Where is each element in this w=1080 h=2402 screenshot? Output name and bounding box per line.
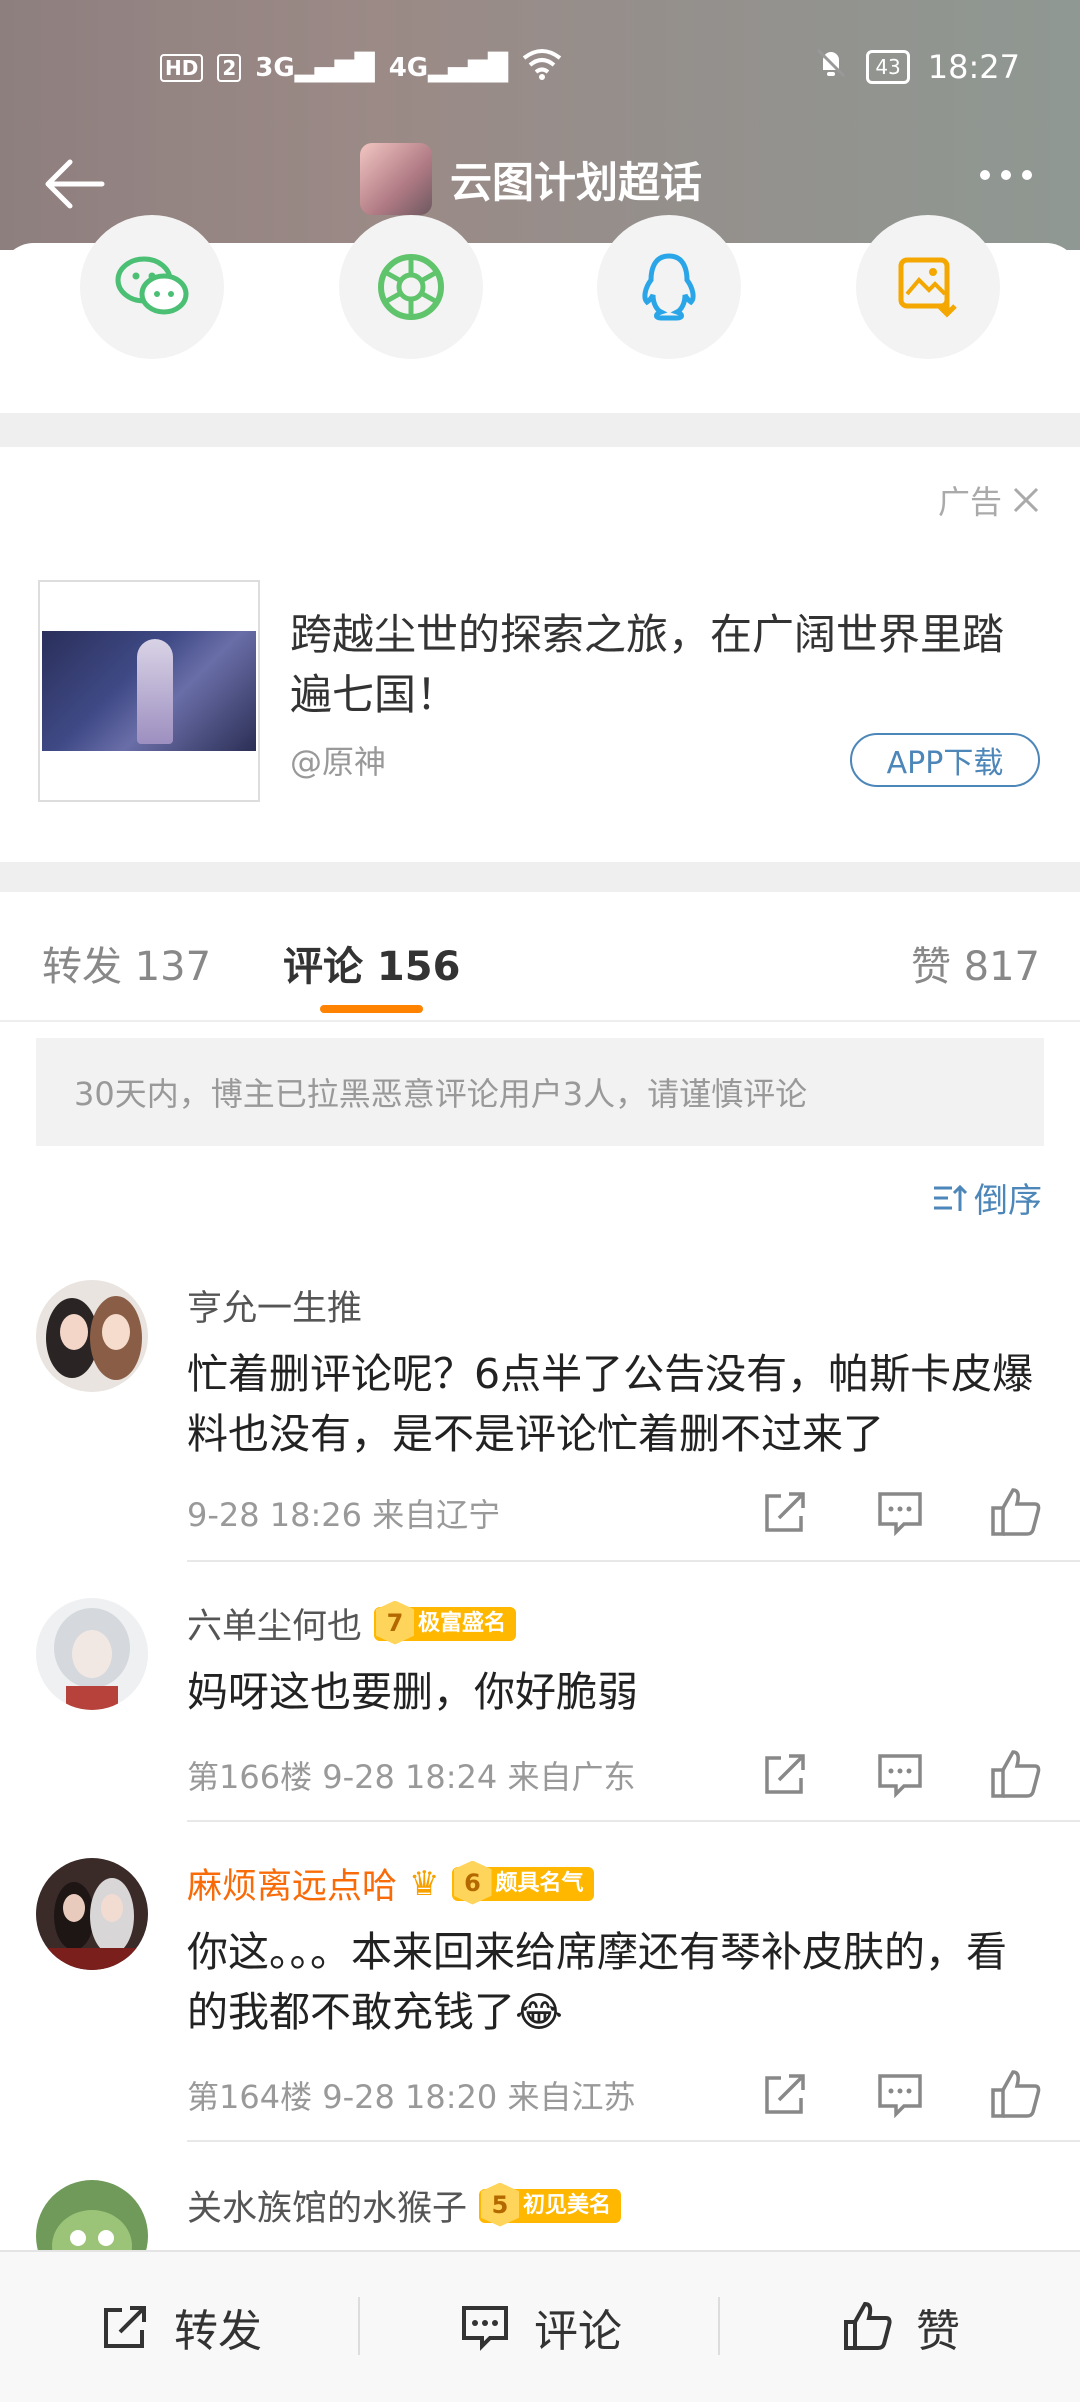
share-icon[interactable] xyxy=(755,1482,815,1542)
thumbs-up-icon xyxy=(844,2301,892,2350)
share-icon[interactable] xyxy=(755,1744,815,1804)
status-right: 43 18:27 xyxy=(814,46,1020,88)
fan-level-badge[interactable]: 6 颇具名气 xyxy=(451,1860,594,1905)
repost-icon xyxy=(104,2306,146,2348)
ad-thumbnail[interactable] xyxy=(38,580,260,802)
comment-divider xyxy=(187,2140,1080,2142)
comment-text: 忙着删评论呢？6点半了公告没有，帕斯卡皮爆料也没有，是不是评论忙着删不过来了 xyxy=(187,1350,1034,1458)
more-options-icon[interactable] xyxy=(980,155,1050,195)
tab-repost[interactable]: 转发 137 xyxy=(42,934,211,992)
commenter-name[interactable]: 亨允一生推 xyxy=(187,1280,362,1331)
comment-divider xyxy=(187,1820,1080,1822)
page-title: 云图计划超话 xyxy=(450,157,703,207)
share-icon[interactable] xyxy=(755,2064,815,2124)
hd-indicator: HD xyxy=(160,53,204,82)
fan-level-badge[interactable]: 7 极富盛名 xyxy=(374,1600,517,1645)
comment-divider xyxy=(187,1560,1080,1562)
sim-indicator: 2 xyxy=(217,53,242,82)
section-divider xyxy=(0,862,1080,892)
like-label: 赞 xyxy=(916,2306,960,2357)
avatar[interactable] xyxy=(36,1280,148,1392)
comment-icon xyxy=(462,2306,508,2351)
ad-title[interactable]: 跨越尘世的探索之旅，在广阔世界里踏遍七国！ xyxy=(290,605,1030,725)
comment-button[interactable]: 评论 xyxy=(360,2252,720,2402)
save-image-icon[interactable] xyxy=(855,215,1000,359)
comment-meta: 第166楼 9-28 18:24 来自广东 xyxy=(187,1758,636,1796)
wechat-icon[interactable] xyxy=(80,215,224,359)
active-tab-indicator xyxy=(320,1005,423,1013)
ad-source: @原神 xyxy=(290,743,387,781)
thumbs-up-icon[interactable] xyxy=(985,1482,1045,1542)
share-row xyxy=(80,215,1000,373)
status-bar: HD 2 3G▂▄▆█ 4G▂▄▆█ 43 18:27 xyxy=(0,0,1080,135)
avatar[interactable] xyxy=(36,1598,148,1710)
sort-icon xyxy=(934,1184,968,1211)
sort-toggle[interactable]: 倒序 xyxy=(932,1173,1042,1222)
comment-actions xyxy=(755,1482,1045,1542)
like-button[interactable]: 赞 xyxy=(720,2252,1080,2402)
block-notice: 30天内，博主已拉黑恶意评论用户3人，请谨慎评论 xyxy=(36,1038,1044,1146)
commenter-name[interactable]: 麻烦离远点哈 ♛ 6 颇具名气 xyxy=(187,1858,594,1909)
back-arrow-icon[interactable] xyxy=(40,149,110,219)
status-left: HD 2 3G▂▄▆█ 4G▂▄▆█ xyxy=(160,48,562,87)
thumbs-up-icon[interactable] xyxy=(985,1744,1045,1804)
commenter-name[interactable]: 关水族馆的水猴子 5 初见美名 xyxy=(187,2180,622,2231)
header-background: HD 2 3G▂▄▆█ 4G▂▄▆█ 43 18:27 云图计划超话 xyxy=(0,0,1080,250)
moments-icon[interactable] xyxy=(338,215,483,359)
comment-actions xyxy=(755,2064,1045,2124)
ad-label: 广告 xyxy=(937,483,1002,521)
battery-indicator: 43 xyxy=(866,50,910,84)
section-divider xyxy=(0,413,1080,447)
comment-meta: 9-28 18:26 来自辽宁 xyxy=(187,1496,501,1534)
share-panel xyxy=(0,215,1080,413)
thumbs-up-icon[interactable] xyxy=(985,2064,1045,2124)
vip-crown-icon[interactable]: ♛ xyxy=(409,1864,439,1904)
ad-image xyxy=(42,631,256,751)
comment-label: 评论 xyxy=(534,2306,622,2357)
sort-label: 倒序 xyxy=(974,1181,1042,1221)
wifi-icon xyxy=(522,48,562,87)
repost-button[interactable]: 转发 xyxy=(0,2252,360,2402)
tab-like[interactable]: 赞 817 xyxy=(911,934,1040,992)
comment-actions xyxy=(755,1744,1045,1804)
fan-level-badge[interactable]: 5 初见美名 xyxy=(479,2182,622,2227)
signal-4g-icon: 4G▂▄▆█ xyxy=(388,52,509,83)
tab-bar: 转发 137 评论 156 赞 817 xyxy=(0,892,1080,1022)
reply-icon[interactable] xyxy=(870,2064,930,2124)
reply-icon[interactable] xyxy=(870,1482,930,1542)
reply-icon[interactable] xyxy=(870,1744,930,1804)
app-download-button[interactable]: APP下载 xyxy=(850,733,1040,787)
comment-meta: 第164楼 9-28 18:20 来自江苏 xyxy=(187,2078,636,2116)
repost-label: 转发 xyxy=(174,2306,262,2357)
clock: 18:27 xyxy=(927,48,1020,86)
avatar[interactable] xyxy=(36,1858,148,1970)
supertopic-avatar xyxy=(360,143,432,215)
comment-text: 妈呀这也要删，你好脆弱 xyxy=(187,1668,638,1716)
qq-icon[interactable] xyxy=(597,215,742,359)
supertopic-title[interactable]: 云图计划超话 xyxy=(360,143,702,215)
signal-3g-icon: 3G▂▄▆█ xyxy=(255,52,375,83)
mute-bell-icon xyxy=(814,46,848,88)
commenter-name[interactable]: 六单尘何也 7 极富盛名 xyxy=(187,1598,517,1649)
tab-comment[interactable]: 评论 156 xyxy=(283,934,460,992)
close-icon[interactable] xyxy=(1012,486,1040,514)
comment-text: 你这。。。本来回来给席摩还有琴补皮肤的，看的我都不敢充钱了😂 xyxy=(187,1928,1007,2036)
bottom-action-bar: 转发 评论 赞 xyxy=(0,2250,1080,2402)
ad-card[interactable]: 广告 跨越尘世的探索之旅，在广阔世界里踏遍七国！ @原神 APP下载 xyxy=(0,447,1080,862)
ad-tag[interactable]: 广告 xyxy=(938,477,1040,523)
